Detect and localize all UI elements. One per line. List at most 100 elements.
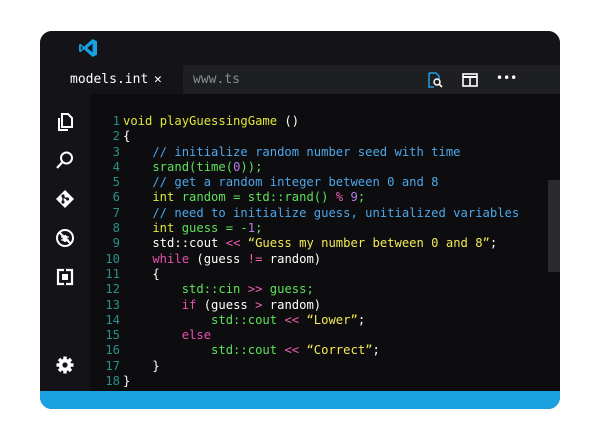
line-text: void playGuessingGame () bbox=[123, 114, 299, 129]
code-token: // initialize random number seed with ti… bbox=[123, 144, 461, 159]
code-line[interactable]: 15 else bbox=[90, 328, 548, 343]
line-text: int random = std::rand() % 9; bbox=[123, 190, 365, 205]
line-number: 4 bbox=[112, 159, 120, 174]
code-token: int bbox=[123, 190, 182, 205]
line-number: 6 bbox=[112, 190, 120, 205]
line-text: srand(time(0)); bbox=[123, 160, 262, 175]
line-number: 9 bbox=[112, 236, 120, 251]
code-line[interactable]: 17 } bbox=[90, 359, 548, 374]
code-token: ; bbox=[255, 221, 263, 236]
code-line[interactable]: 8 int guess = -1; bbox=[90, 221, 548, 236]
code-token: guess = - bbox=[181, 221, 248, 236]
code-line[interactable]: 4 srand(time(0)); bbox=[90, 160, 548, 175]
line-text: { bbox=[123, 267, 159, 282]
code-token: > bbox=[255, 297, 270, 312]
code-line[interactable]: 13 if (guess > random) bbox=[90, 298, 548, 313]
editor-window: models.int ✕ www.ts ••• 1 void playGuess… bbox=[40, 31, 560, 409]
code-token: int bbox=[123, 221, 182, 236]
line-number: 7 bbox=[112, 205, 120, 220]
scrollbar-thumb[interactable] bbox=[548, 180, 560, 272]
line-number: 3 bbox=[112, 144, 120, 159]
code-token: random = std::rand() bbox=[181, 190, 336, 205]
code-token: ; bbox=[489, 236, 498, 251]
line-number: 17 bbox=[105, 358, 120, 373]
code-token: // need to initialize guess, unitialized… bbox=[123, 205, 520, 220]
line-text: else bbox=[123, 328, 211, 343]
activity-bar bbox=[40, 94, 90, 391]
line-text: int guess = -1; bbox=[123, 221, 262, 236]
line-text: // get a random integer between 0 and 8 bbox=[123, 175, 439, 190]
code-token: } bbox=[123, 374, 131, 389]
code-token: std::cout bbox=[123, 312, 285, 327]
code-token: << bbox=[284, 343, 307, 358]
line-number: 10 bbox=[105, 251, 120, 266]
code-token: { bbox=[123, 129, 131, 144]
code-token: random) bbox=[269, 251, 322, 266]
search-file-icon[interactable] bbox=[427, 72, 443, 88]
code-token: else bbox=[123, 328, 212, 343]
code-token: != bbox=[247, 251, 270, 266]
code-token: srand(time( bbox=[123, 159, 234, 174]
code-token: “Guess my number between 0 and 8” bbox=[247, 236, 490, 251]
line-text: } bbox=[123, 374, 130, 389]
line-number: 15 bbox=[105, 328, 120, 343]
code-line[interactable]: 16 std::cout << “Correct”; bbox=[90, 343, 548, 358]
code-token: “Lower” bbox=[306, 312, 358, 327]
code-token: () bbox=[277, 114, 300, 128]
code-line[interactable]: 12 std::cin >> guess; bbox=[90, 282, 548, 297]
code-line[interactable]: 1 void playGuessingGame () bbox=[90, 114, 548, 129]
code-line[interactable]: 9 std::cout << “Guess my number between … bbox=[90, 236, 548, 251]
code-token: // get a random integer between 0 and 8 bbox=[123, 175, 439, 190]
code-token: guess; bbox=[269, 282, 314, 297]
code-token: (guess bbox=[203, 297, 256, 312]
debug-icon[interactable] bbox=[55, 228, 75, 248]
title-bar bbox=[40, 31, 560, 65]
code-token: 1 bbox=[247, 221, 256, 236]
code-editor[interactable]: 1 void playGuessingGame () 2{3 // initiali… bbox=[90, 94, 560, 391]
extensions-icon[interactable] bbox=[55, 267, 75, 287]
source-control-icon[interactable] bbox=[55, 189, 75, 209]
settings-icon[interactable] bbox=[55, 355, 75, 375]
code-line[interactable]: 3 // initialize random number seed with … bbox=[90, 145, 548, 160]
code-token: ; bbox=[357, 312, 366, 327]
line-number: 14 bbox=[105, 312, 120, 327]
line-text: while (guess != random) bbox=[123, 252, 321, 267]
code-line[interactable]: 6 int random = std::rand() % 9; bbox=[90, 190, 548, 205]
code-token: )); bbox=[240, 159, 263, 174]
code-line[interactable]: 7 // need to initialize guess, unitializ… bbox=[90, 206, 548, 221]
code-line[interactable]: 2{ bbox=[90, 129, 548, 144]
code-token: std::cout bbox=[123, 236, 226, 251]
code-line[interactable]: 10 while (guess != random) bbox=[90, 252, 548, 267]
code-token: (guess bbox=[196, 251, 248, 266]
line-text: // initialize random number seed with ti… bbox=[123, 144, 461, 160]
code-token: << bbox=[225, 236, 248, 251]
code-line[interactable]: 5 // get a random integer between 0 and … bbox=[90, 175, 548, 190]
line-number: 1 bbox=[112, 114, 120, 128]
code-line[interactable]: 18} bbox=[90, 374, 548, 389]
line-text: std::cout << “Lower”; bbox=[123, 313, 365, 328]
line-number: 2 bbox=[112, 129, 120, 144]
search-icon[interactable] bbox=[55, 150, 75, 170]
line-text: if (guess > random) bbox=[123, 298, 321, 313]
code-token: std::cin bbox=[123, 282, 248, 297]
code-token: void bbox=[123, 114, 160, 128]
code-line[interactable]: 14 std::cout << “Lower”; bbox=[90, 313, 548, 328]
code-token: if bbox=[123, 297, 204, 312]
code-token: >> bbox=[247, 282, 270, 297]
more-actions-icon[interactable]: ••• bbox=[496, 70, 520, 86]
status-bar bbox=[40, 391, 560, 409]
line-number: 12 bbox=[105, 282, 120, 297]
code-token: std::cout bbox=[123, 343, 285, 358]
split-editor-icon[interactable] bbox=[462, 72, 478, 88]
code-token: ; bbox=[357, 190, 366, 205]
line-number: 8 bbox=[112, 221, 120, 236]
line-text: { bbox=[123, 129, 130, 144]
line-text: std::cin >> guess; bbox=[123, 282, 314, 297]
code-line[interactable]: 11 { bbox=[90, 267, 548, 282]
editor-actions: ••• bbox=[40, 65, 560, 94]
files-icon[interactable] bbox=[55, 112, 75, 132]
code-token: “Correct” bbox=[306, 343, 373, 358]
code-token: playGuessingGame bbox=[159, 114, 278, 128]
line-text: // need to initialize guess, unitialized… bbox=[123, 206, 519, 221]
line-number: 18 bbox=[105, 374, 120, 389]
